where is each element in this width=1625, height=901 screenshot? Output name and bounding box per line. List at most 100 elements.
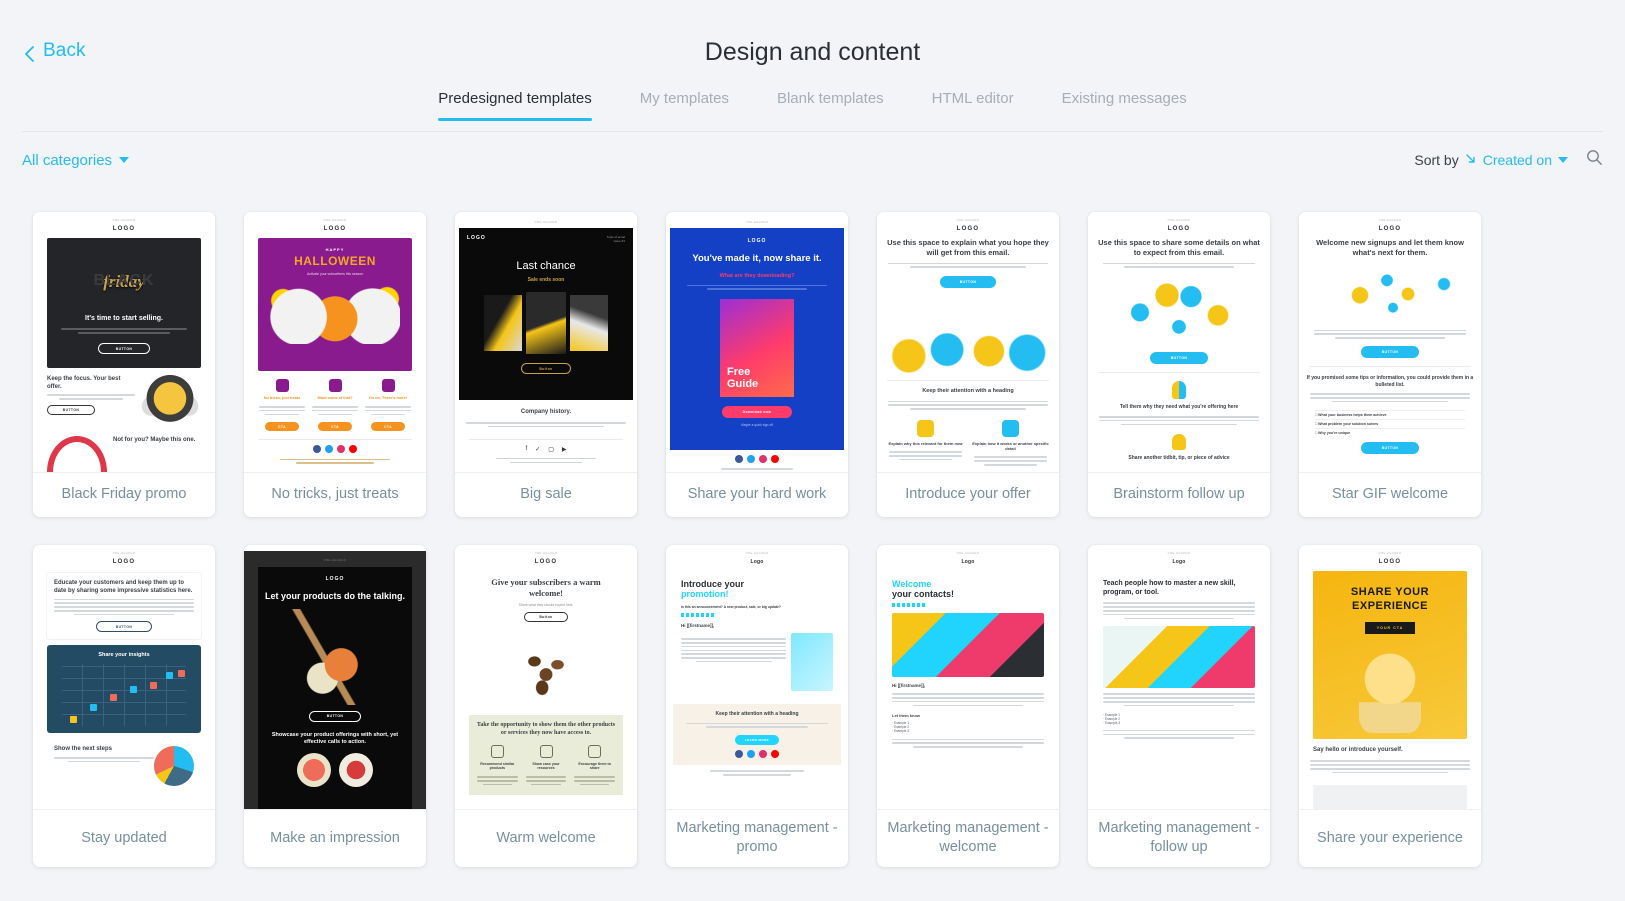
body-text-lines bbox=[1103, 728, 1255, 742]
hero-button[interactable]: BUTTON bbox=[309, 710, 361, 722]
text-line bbox=[68, 760, 140, 763]
body-text-lines bbox=[525, 774, 567, 788]
template-card[interactable]: PRE-HEADER LOGO Use this space to share so… bbox=[1088, 212, 1270, 517]
social-icon-1[interactable] bbox=[325, 445, 333, 454]
text-line bbox=[364, 406, 412, 408]
hero-button[interactable]: BUTTON bbox=[1150, 352, 1208, 365]
hero-headline: Last chance bbox=[516, 260, 576, 272]
sort-descending-arrow-icon[interactable] bbox=[1465, 153, 1477, 167]
body-text-lines bbox=[54, 598, 194, 616]
text-line bbox=[47, 394, 135, 396]
column-button[interactable]: CTA bbox=[265, 422, 299, 432]
hero-button[interactable]: Download now bbox=[722, 406, 792, 419]
tab-my-templates[interactable]: My templates bbox=[616, 90, 753, 121]
template-card[interactable]: PRE-HEADER LOGO You've made it, now share … bbox=[666, 212, 848, 517]
template-thumbnail[interactable]: PRE-HEADER LOGO Give your subscribers a wa… bbox=[455, 545, 637, 809]
text-line bbox=[1313, 333, 1467, 336]
template-card[interactable]: PRE-HEADER LOGO Welcome new signups and le… bbox=[1299, 212, 1481, 517]
social-icon-0[interactable]: f bbox=[526, 446, 528, 453]
social-icon-3[interactable] bbox=[771, 750, 779, 759]
section-block: Take the opportunity to show them the ot… bbox=[469, 715, 623, 795]
hero-button[interactable]: BUTTON bbox=[96, 621, 152, 633]
template-thumbnail[interactable]: PRE-HEADER LOGO Let your products do the t… bbox=[244, 545, 426, 809]
template-card[interactable]: PRE-HEADER Logo Teach people how to master… bbox=[1088, 545, 1270, 867]
welcome-image bbox=[892, 613, 1044, 677]
column-icon bbox=[275, 379, 289, 392]
column-button[interactable]: CTA bbox=[371, 422, 405, 432]
template-thumbnail[interactable]: PRE-HEADER LOGO Use this space to share so… bbox=[1088, 212, 1270, 472]
template-card[interactable]: PRE-HEADER LOGO Use this space to explain … bbox=[877, 212, 1059, 517]
tab-predesigned-templates[interactable]: Predesigned templates bbox=[414, 90, 615, 121]
template-thumbnail[interactable]: PRE-HEADER Logo Introduce your promotion! Is… bbox=[666, 545, 848, 809]
template-grid-scroll-area[interactable]: PRE-HEADER LOGO BLACK friday It's time to st… bbox=[0, 204, 1625, 901]
text-line bbox=[913, 704, 1023, 707]
tab-existing-messages[interactable]: Existing messages bbox=[1038, 90, 1211, 121]
template-card[interactable]: PRE-HEADER LOGO HAPPY HALLOWEEN Activate you… bbox=[244, 212, 426, 517]
social-icon-3[interactable] bbox=[349, 445, 357, 454]
section-button[interactable]: BUTTON bbox=[1361, 441, 1419, 454]
social-icon-3[interactable] bbox=[771, 455, 779, 464]
social-icon-1[interactable] bbox=[747, 455, 755, 464]
social-icon-2[interactable] bbox=[759, 750, 767, 759]
template-card[interactable]: PRE-HEADER LOGO SHARE YOUR EXPERIENCE YOUR … bbox=[1299, 545, 1481, 867]
template-thumbnail[interactable]: PRE-HEADER LOGO You've made it, now share … bbox=[666, 212, 848, 472]
text-line bbox=[1103, 697, 1255, 699]
preheader-text: PRE-HEADER bbox=[1167, 218, 1191, 222]
section-button[interactable]: BUTTON bbox=[47, 404, 95, 415]
template-card[interactable]: PRE-HEADER LOGO Topic of email Issue #1 Las… bbox=[455, 212, 637, 517]
product-image-2 bbox=[526, 292, 566, 354]
template-thumbnail[interactable]: PRE-HEADER LOGO Welcome new signups and le… bbox=[1299, 212, 1481, 472]
social-icon-1[interactable]: ✓ bbox=[535, 446, 540, 453]
tab-html-editor[interactable]: HTML editor bbox=[908, 90, 1038, 121]
all-categories-dropdown[interactable]: All categories bbox=[22, 152, 130, 169]
sort-value[interactable]: Created on bbox=[1483, 152, 1552, 168]
social-icon-2[interactable] bbox=[759, 455, 767, 464]
hero-button[interactable]: BUTTON bbox=[98, 343, 150, 354]
sort-by-control[interactable]: Sort by Created on bbox=[1414, 152, 1568, 168]
text-line bbox=[1103, 693, 1255, 696]
body-text-lines bbox=[60, 326, 188, 336]
template-card[interactable]: PRE-HEADER LOGO Educate your customers and… bbox=[33, 545, 215, 867]
logo-placeholder: Logo bbox=[961, 559, 975, 565]
template-thumbnail[interactable]: PRE-HEADER LOGO Topic of email Issue #1 Las… bbox=[455, 212, 637, 472]
text-line bbox=[311, 409, 359, 412]
social-icon-2[interactable]: ▢ bbox=[548, 446, 554, 453]
product-image-circle bbox=[47, 436, 107, 472]
social-icons-row bbox=[735, 750, 779, 759]
tab-blank-templates[interactable]: Blank templates bbox=[753, 90, 908, 121]
social-icon-0[interactable] bbox=[735, 750, 743, 759]
social-icon-3[interactable]: ▶ bbox=[562, 446, 567, 453]
text-line bbox=[482, 783, 513, 786]
template-thumbnail[interactable]: PRE-HEADER Logo Welcome your contacts! Hi [[… bbox=[877, 545, 1059, 809]
text-line bbox=[709, 770, 805, 773]
column-button[interactable]: CTA bbox=[318, 422, 352, 432]
hero-headline: Welcome new signups and let them know wh… bbox=[1316, 238, 1464, 257]
template-thumbnail[interactable]: PRE-HEADER Logo Teach people how to master… bbox=[1088, 545, 1270, 809]
template-thumbnail[interactable]: PRE-HEADER LOGO Educate your customers and… bbox=[33, 545, 215, 809]
template-card[interactable]: PRE-HEADER Logo Introduce your promotion! Is… bbox=[666, 545, 848, 867]
social-icon-0[interactable] bbox=[313, 445, 321, 454]
text-line bbox=[1103, 609, 1255, 612]
hero-button[interactable]: YOUR CTA bbox=[1364, 621, 1416, 634]
social-icon-2[interactable] bbox=[337, 445, 345, 454]
template-thumbnail[interactable]: PRE-HEADER LOGO Use this space to explain … bbox=[877, 212, 1059, 472]
social-icon-0[interactable] bbox=[735, 455, 743, 464]
template-card[interactable]: PRE-HEADER Logo Welcome your contacts! Hi [[… bbox=[877, 545, 1059, 867]
hero-button[interactable]: Button bbox=[524, 612, 568, 623]
template-card[interactable]: PRE-HEADER LOGO BLACK friday It's time to st… bbox=[33, 212, 215, 517]
hero-button[interactable]: BUTTON bbox=[1361, 346, 1419, 359]
social-icon-1[interactable] bbox=[747, 750, 755, 759]
template-card[interactable]: PRE-HEADER LOGO Let your products do the t… bbox=[244, 545, 426, 867]
search-icon[interactable] bbox=[1586, 149, 1603, 171]
template-thumbnail[interactable]: PRE-HEADER LOGO HAPPY HALLOWEEN Activate you… bbox=[244, 212, 426, 472]
hero-button[interactable]: Button bbox=[521, 363, 571, 374]
hero-button[interactable]: BUTTON bbox=[940, 276, 996, 289]
text-line bbox=[681, 653, 787, 655]
template-thumbnail[interactable]: PRE-HEADER LOGO BLACK friday It's time to st… bbox=[33, 212, 215, 472]
section-button[interactable]: LEARN MORE bbox=[735, 735, 779, 746]
divider bbox=[469, 438, 623, 440]
template-card[interactable]: PRE-HEADER LOGO Give your subscribers a wa… bbox=[455, 545, 637, 867]
coffee-beans-image bbox=[498, 627, 594, 710]
template-thumbnail[interactable]: PRE-HEADER LOGO SHARE YOUR EXPERIENCE YOUR … bbox=[1299, 545, 1481, 809]
template-card-label: Star GIF welcome bbox=[1299, 472, 1481, 517]
